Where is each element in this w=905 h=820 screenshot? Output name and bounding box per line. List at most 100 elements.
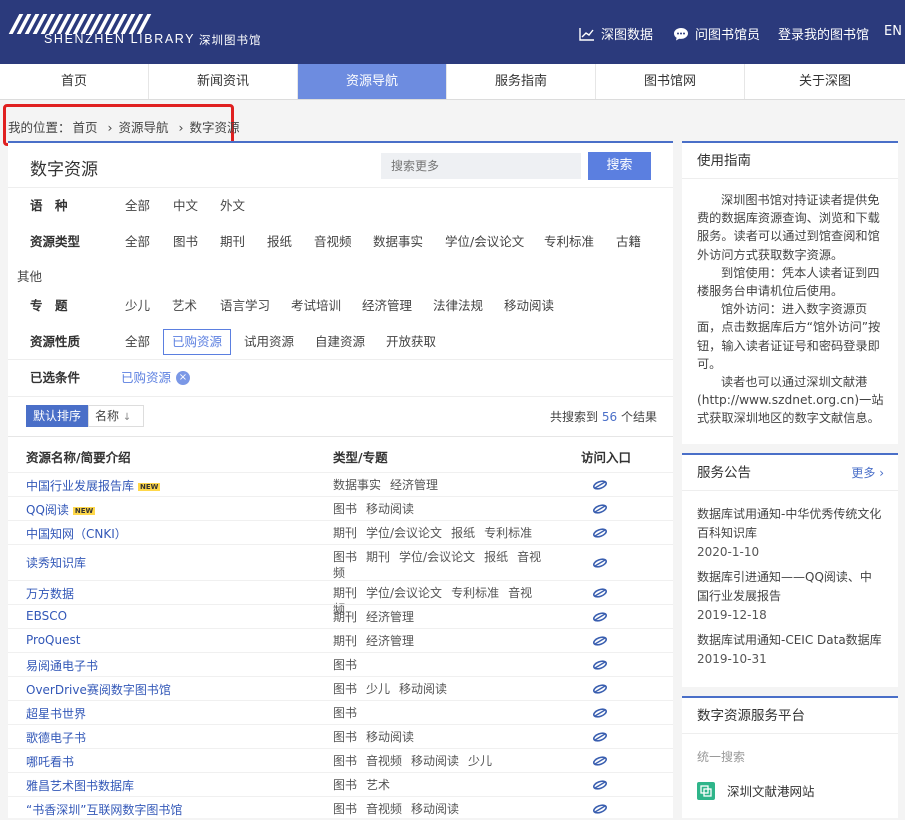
resource-name-link[interactable]: QQ阅读 NEW (26, 501, 96, 518)
filter-option[interactable]: 外文 (220, 188, 245, 224)
resource-type-tag[interactable]: 图书 (333, 682, 357, 696)
resource-type-tag[interactable]: 图书 (333, 802, 357, 816)
breadcrumb-home[interactable]: 首页 (73, 120, 98, 135)
resource-name-link[interactable]: 万方数据 (26, 585, 74, 602)
resource-type-tag[interactable]: 期刊 (333, 526, 357, 540)
breadcrumb-resources[interactable]: 资源导航 (119, 120, 169, 135)
platform-link[interactable]: 深圳文献港网站 (682, 765, 898, 800)
resource-name-link[interactable]: 雅昌艺术图书数据库 (26, 777, 134, 794)
filter-option[interactable]: 全部 (125, 224, 150, 260)
filter-option[interactable]: 学位/会议论文 (445, 224, 524, 260)
search-button[interactable]: 搜索 (588, 152, 651, 180)
access-link-icon[interactable] (592, 611, 608, 623)
resource-name-link[interactable]: 中国行业发展报告库 NEW (26, 477, 161, 494)
notice-item[interactable]: 数据库试用通知-CEIC Data数据库 (697, 631, 883, 650)
resource-name-link[interactable]: ProQuest (26, 633, 80, 647)
resource-type-tag[interactable]: 学位/会议论文 (366, 586, 442, 600)
filter-option[interactable]: 艺术 (172, 288, 197, 324)
access-link-icon[interactable] (592, 635, 608, 647)
resource-type-tag[interactable]: 移动阅读 (411, 754, 459, 768)
access-link-icon[interactable] (592, 479, 608, 491)
sort-default-button[interactable]: 默认排序 (26, 405, 88, 427)
resource-name-link[interactable]: 易阅通电子书 (26, 657, 98, 674)
resource-type-tag[interactable]: 专利标准 (484, 526, 532, 540)
filter-option[interactable]: 少儿 (125, 288, 150, 324)
resource-type-tag[interactable]: 期刊 (333, 634, 357, 648)
resource-name-link[interactable]: OverDrive赛阅数字图书馆 (26, 681, 171, 698)
nav-item-library-network[interactable]: 图书馆网 (596, 64, 745, 99)
sort-name-button[interactable]: 名称 ↓ (88, 405, 144, 427)
resource-type-tag[interactable]: 期刊 (333, 586, 357, 600)
filter-option[interactable]: 中文 (173, 188, 198, 224)
header-link-data[interactable]: 深图数据 (579, 24, 653, 43)
filter-option[interactable]: 古籍 (616, 224, 641, 260)
header-link-ask-librarian[interactable]: 问图书馆员 (673, 24, 760, 43)
access-link-icon[interactable] (592, 659, 608, 671)
resource-type-tag[interactable]: 经济管理 (366, 610, 414, 624)
resource-type-tag[interactable]: 经济管理 (366, 634, 414, 648)
resource-name-link[interactable]: 读秀知识库 (26, 554, 86, 571)
access-link-icon[interactable] (592, 527, 608, 539)
more-notices-link[interactable]: 更多 › (851, 455, 884, 491)
filter-option[interactable]: 移动阅读 (504, 288, 554, 324)
access-link-icon[interactable] (592, 557, 608, 569)
nav-item-about[interactable]: 关于深图 (745, 64, 905, 99)
resource-type-tag[interactable]: 图书 (333, 778, 357, 792)
resource-type-tag[interactable]: 艺术 (366, 778, 390, 792)
resource-type-tag[interactable]: 移动阅读 (411, 802, 459, 816)
access-link-icon[interactable] (592, 503, 608, 515)
filter-option[interactable]: 其他 (17, 266, 42, 285)
nav-item-home[interactable]: 首页 (0, 64, 149, 99)
resource-type-tag[interactable]: 移动阅读 (399, 682, 447, 696)
resource-type-tag[interactable]: 图书 (333, 730, 357, 744)
filter-option[interactable]: 语言学习 (220, 288, 270, 324)
access-link-icon[interactable] (592, 683, 608, 695)
breadcrumb-digital[interactable]: 数字资源 (190, 120, 240, 135)
resource-name-link[interactable]: “书香深圳”互联网数字图书馆 (26, 801, 182, 818)
resource-type-tag[interactable]: 报纸 (484, 550, 508, 564)
filter-option[interactable]: 试用资源 (244, 324, 294, 360)
resource-type-tag[interactable]: 图书 (333, 550, 357, 564)
filter-option[interactable]: 全部 (125, 188, 150, 224)
access-link-icon[interactable] (592, 731, 608, 743)
resource-type-tag[interactable]: 图书 (333, 754, 357, 768)
filter-option[interactable]: 音视频 (314, 224, 352, 260)
filter-option[interactable]: 数据事实 (373, 224, 423, 260)
resource-type-tag[interactable]: 少儿 (366, 682, 390, 696)
notice-item[interactable]: 数据库引进通知——QQ阅读、中国行业发展报告 (697, 568, 883, 606)
resource-name-link[interactable]: EBSCO (26, 609, 67, 623)
resource-type-tag[interactable]: 少儿 (468, 754, 492, 768)
resource-type-tag[interactable]: 期刊 (366, 550, 390, 564)
resource-type-tag[interactable]: 数据事实 (333, 478, 381, 492)
nav-item-news[interactable]: 新闻资讯 (149, 64, 298, 99)
filter-option[interactable]: 考试培训 (291, 288, 341, 324)
resource-type-tag[interactable]: 移动阅读 (366, 502, 414, 516)
resource-type-tag[interactable]: 学位/会议论文 (399, 550, 475, 564)
nav-item-service-guide[interactable]: 服务指南 (447, 64, 596, 99)
resource-type-tag[interactable]: 图书 (333, 658, 357, 672)
remove-chip-icon[interactable]: × (176, 371, 190, 385)
access-link-icon[interactable] (592, 755, 608, 767)
resource-type-tag[interactable]: 学位/会议论文 (366, 526, 442, 540)
access-link-icon[interactable] (592, 587, 608, 599)
resource-type-tag[interactable]: 报纸 (451, 526, 475, 540)
resource-name-link[interactable]: 中国知网（CNKI） (26, 525, 127, 542)
filter-option[interactable]: 全部 (125, 324, 150, 360)
access-link-icon[interactable] (592, 803, 608, 815)
resource-type-tag[interactable]: 音视频 (366, 754, 402, 768)
library-logo-icon[interactable] (8, 14, 158, 34)
resource-type-tag[interactable]: 音视频 (366, 802, 402, 816)
filter-option[interactable]: 期刊 (220, 224, 245, 260)
notice-item[interactable]: 数据库试用通知-中华优秀传统文化百科知识库 (697, 505, 883, 543)
access-link-icon[interactable] (592, 779, 608, 791)
filter-option[interactable]: 图书 (173, 224, 198, 260)
resource-type-tag[interactable]: 移动阅读 (366, 730, 414, 744)
resource-type-tag[interactable]: 图书 (333, 502, 357, 516)
header-link-login[interactable]: 登录我的图书馆 (778, 24, 869, 43)
resource-type-tag[interactable]: 经济管理 (390, 478, 438, 492)
access-link-icon[interactable] (592, 707, 608, 719)
filter-option[interactable]: 专利标准 (544, 224, 594, 260)
filter-option[interactable]: 自建资源 (315, 324, 365, 360)
resource-name-link[interactable]: 哪吒看书 (26, 753, 74, 770)
filter-option[interactable]: 法律法规 (433, 288, 483, 324)
